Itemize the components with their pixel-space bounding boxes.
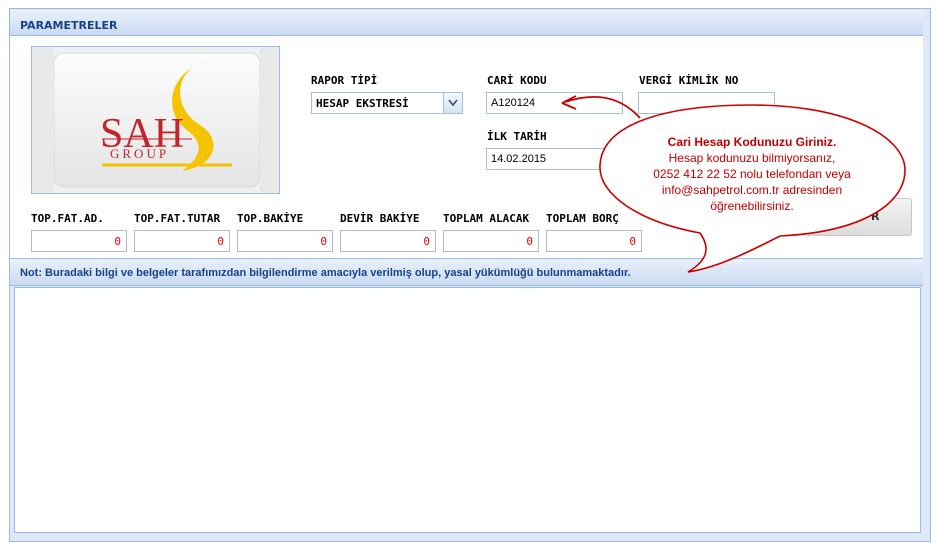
callout-line-3: info@sahpetrol.com.tr adresinden: [661, 183, 843, 197]
callout-title: Cari Hesap Kodunuzu Giriniz.: [667, 135, 837, 149]
callout-arrow-line: [564, 95, 641, 119]
callout-line-4: öğrenebilirsiniz.: [710, 199, 794, 213]
callout-line-2: 0252 412 22 52 nolu telefondan veya: [653, 167, 851, 181]
callout-line-1: Hesap kodunuzu bilmiyorsanız,: [668, 151, 836, 165]
callout-overlay: [561, 95, 906, 273]
arrow-head-icon: [561, 95, 577, 110]
callout-text: Cari Hesap Kodunuzu Giriniz. Hesap kodun…: [612, 134, 892, 214]
